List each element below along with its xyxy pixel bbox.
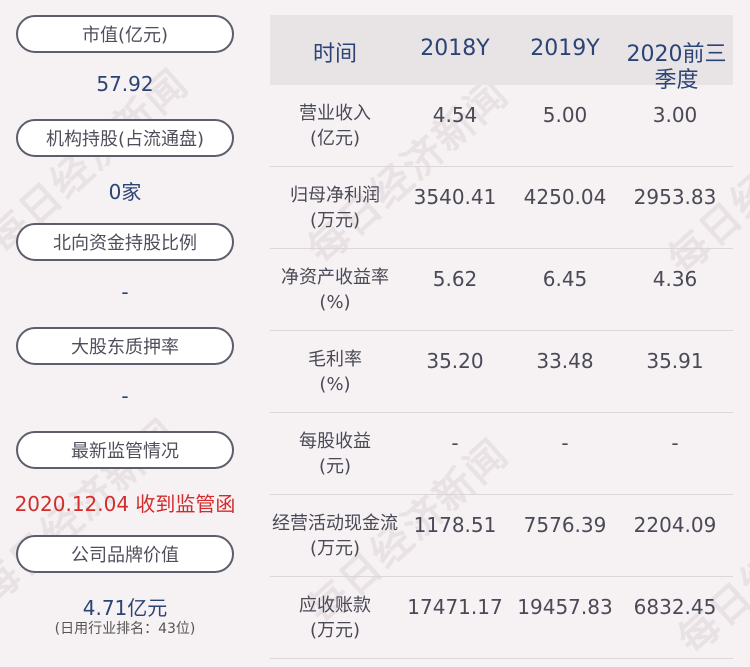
financial-table: 时间 2018Y 2019Y 2020前三 季度 营业收入 (亿元) 4.54 5.0… xyxy=(270,15,733,659)
institution-holding-value: 0家 xyxy=(108,180,142,204)
row-value: 2204.09 xyxy=(633,513,717,537)
row-value: 2953.83 xyxy=(633,185,717,209)
table-header: 时间 2018Y 2019Y 2020前三 季度 xyxy=(270,15,733,93)
table-row: 净资产收益率 (%) 5.62 6.45 4.36 xyxy=(270,249,733,331)
row-label-unit: (%) xyxy=(319,374,351,395)
row-label: 归母净利润 (万元) xyxy=(270,183,400,233)
row-value: 5.00 xyxy=(542,103,588,127)
brand-value-label: 公司品牌价值 xyxy=(16,535,234,573)
left-panel: 市值(亿元) 57.92 机构持股(占流通盘) 0家 北向资金持股比例 - 大股… xyxy=(0,0,250,667)
row-value: 33.48 xyxy=(536,349,594,373)
row-label-metric: 经营活动现金流 xyxy=(272,513,398,534)
row-label: 每股收益 (元) xyxy=(270,429,400,479)
row-label-unit: (万元) xyxy=(309,210,361,231)
northbound-ratio-value: - xyxy=(121,280,129,304)
pledge-ratio-value: - xyxy=(121,384,129,408)
market-cap-value: 57.92 xyxy=(96,72,154,96)
row-value: 6.45 xyxy=(542,267,588,291)
row-value: 7576.39 xyxy=(523,513,607,537)
pledge-ratio-label: 大股东质押率 xyxy=(16,327,234,365)
row-value: 4250.04 xyxy=(523,185,607,209)
row-label: 营业收入 (亿元) xyxy=(270,101,400,151)
table-row: 每股收益 (元) - - - xyxy=(270,413,733,495)
table-row: 经营活动现金流 (万元) 1178.51 7576.39 2204.09 xyxy=(270,495,733,577)
row-value: 19457.83 xyxy=(517,595,613,619)
row-value: 35.20 xyxy=(426,349,484,373)
regulatory-status-value: 2020.12.04 收到监管函 xyxy=(14,492,236,516)
row-value: 35.91 xyxy=(646,349,704,373)
table-row: 毛利率 (%) 35.20 33.48 35.91 xyxy=(270,331,733,413)
row-value: - xyxy=(451,431,459,455)
brand-value: 4.71亿元 xyxy=(82,596,168,620)
table-row: 归母净利润 (万元) 3540.41 4250.04 2953.83 xyxy=(270,167,733,249)
row-label-metric: 归母净利润 xyxy=(290,185,380,206)
row-label: 应收账款 (万元) xyxy=(270,593,400,643)
market-cap-label: 市值(亿元) xyxy=(16,15,234,53)
row-value: 4.36 xyxy=(652,267,698,291)
row-label-unit: (万元) xyxy=(309,620,361,641)
header-2019: 2019Y xyxy=(530,36,600,61)
row-label-metric: 毛利率 xyxy=(308,349,362,370)
row-value: - xyxy=(561,431,569,455)
northbound-ratio-label: 北向资金持股比例 xyxy=(16,223,234,261)
row-label-unit: (%) xyxy=(319,292,351,313)
row-label-unit: (亿元) xyxy=(309,128,361,149)
row-value: 3540.41 xyxy=(413,185,497,209)
row-label-metric: 每股收益 xyxy=(299,431,371,452)
header-2018: 2018Y xyxy=(420,36,490,61)
row-label-unit: (万元) xyxy=(309,538,361,559)
regulatory-status-label: 最新监管情况 xyxy=(16,431,234,469)
row-value: 4.54 xyxy=(432,103,478,127)
row-value: 17471.17 xyxy=(407,595,503,619)
row-label-metric: 净资产收益率 xyxy=(281,267,389,288)
row-label-metric: 应收账款 xyxy=(299,595,371,616)
row-label: 毛利率 (%) xyxy=(270,347,400,397)
row-value: - xyxy=(671,431,679,455)
header-time: 时间 xyxy=(312,42,357,67)
row-label: 净资产收益率 (%) xyxy=(270,265,400,315)
row-value: 5.62 xyxy=(432,267,478,291)
row-label: 经营活动现金流 (万元) xyxy=(270,511,400,561)
row-value: 6832.45 xyxy=(633,595,717,619)
table-row: 营业收入 (亿元) 4.54 5.00 3.00 xyxy=(270,85,733,167)
brand-rank: (日用行业排名：43位) xyxy=(54,621,196,637)
institution-holding-label: 机构持股(占流通盘) xyxy=(16,119,234,157)
row-label-unit: (元) xyxy=(318,456,352,477)
row-value: 3.00 xyxy=(652,103,698,127)
table-row: 应收账款 (万元) 17471.17 19457.83 6832.45 xyxy=(270,577,733,659)
row-label-metric: 营业收入 xyxy=(299,103,371,124)
row-value: 1178.51 xyxy=(413,513,497,537)
